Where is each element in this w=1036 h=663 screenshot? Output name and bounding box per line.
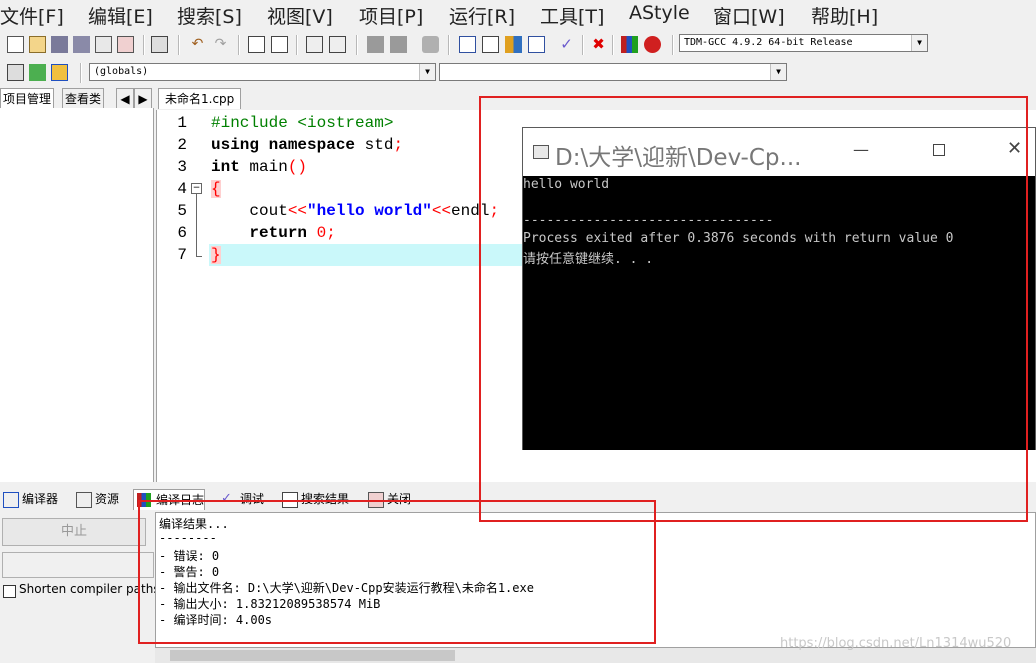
shorten-paths-checkbox[interactable]: [3, 585, 16, 598]
goto-icon[interactable]: [29, 64, 46, 81]
progress-bar: [2, 552, 154, 578]
line-number: 6: [177, 224, 187, 242]
class-icon[interactable]: [51, 64, 68, 81]
chevron-down-icon: ▼: [770, 64, 786, 80]
menu-astyle[interactable]: AStyle: [629, 2, 690, 24]
line-number: 3: [177, 158, 187, 176]
tab-classes[interactable]: 查看类: [62, 88, 105, 108]
print-icon[interactable]: [151, 36, 168, 53]
line-number: 1: [177, 114, 187, 132]
menu-bar: 文件[F] 编辑[E] 搜索[S] 视图[V] 项目[P] 运行[R] 工具[T…: [0, 0, 1036, 30]
window-icon[interactable]: [482, 36, 499, 53]
tab-compiler[interactable]: 编译器: [0, 489, 58, 509]
open-file-icon[interactable]: [29, 36, 46, 53]
back-icon[interactable]: [367, 36, 384, 53]
compile-icon[interactable]: [528, 36, 545, 53]
layout-icon[interactable]: [505, 36, 522, 53]
scope-select-value: (globals): [94, 66, 149, 77]
editor-tab[interactable]: 未命名1.cpp: [158, 88, 242, 109]
code-line: using namespace std;: [211, 136, 404, 154]
chevron-down-icon: ▼: [419, 64, 435, 80]
compiler-select-value: TDM-GCC 4.9.2 64-bit Release: [684, 37, 853, 48]
chart-icon[interactable]: [621, 36, 638, 53]
close-all-icon[interactable]: [117, 36, 134, 53]
menu-search[interactable]: 搜索[S]: [177, 2, 242, 29]
find-icon[interactable]: [248, 36, 265, 53]
replace-icon[interactable]: [271, 36, 288, 53]
abort-button[interactable]: 中止: [2, 518, 146, 546]
resource-icon: [76, 492, 92, 508]
fold-end: [196, 256, 202, 257]
code-line: return 0;: [249, 224, 336, 242]
line-number: 2: [177, 136, 187, 154]
toolbar-main: ↶ ↷ ✓ ✖ TDM-GCC 4.9.2 64-bit Release ▼: [0, 32, 1036, 58]
symbol-select[interactable]: ▼: [439, 63, 787, 81]
menu-file[interactable]: 文件[F]: [0, 2, 64, 29]
tab-project[interactable]: 项目管理: [0, 88, 55, 108]
profile-icon[interactable]: [644, 36, 661, 53]
code-line: cout<<"hello world"<<endl;: [211, 202, 500, 220]
menu-project[interactable]: 项目[P]: [359, 2, 423, 29]
code-line: #include <iostream>: [211, 114, 394, 132]
chevron-down-icon: ▼: [911, 35, 927, 51]
chevron-left-icon[interactable]: ◀: [116, 88, 134, 108]
menu-help[interactable]: 帮助[H]: [811, 2, 878, 29]
new-file-icon[interactable]: [7, 36, 24, 53]
code-line: int main(): [211, 158, 308, 176]
menu-view[interactable]: 视图[V]: [267, 2, 333, 29]
fold-collapse-icon[interactable]: −: [191, 183, 202, 194]
tab-resources-label: 资源: [95, 492, 120, 506]
scrollbar-thumb[interactable]: [170, 650, 455, 661]
code-line: {: [211, 180, 221, 198]
line-number: 5: [177, 202, 187, 220]
scope-select[interactable]: (globals) ▼: [89, 63, 436, 81]
line-number: 7: [177, 246, 187, 264]
project-tree[interactable]: [0, 108, 154, 482]
annotation-box-log: [138, 500, 656, 644]
code-line: }: [211, 246, 221, 264]
close-file-icon[interactable]: [95, 36, 112, 53]
undo-icon[interactable]: ↶: [189, 36, 206, 53]
save-all-icon[interactable]: [73, 36, 90, 53]
tab-resources[interactable]: 资源: [73, 489, 119, 509]
redo-icon[interactable]: ↷: [212, 36, 229, 53]
left-panel-tabs: 项目管理 查看类 ◀ ▶: [0, 86, 154, 108]
check-icon[interactable]: ✓: [558, 36, 575, 53]
grid-icon[interactable]: [459, 36, 476, 53]
fold-line: [196, 194, 197, 256]
watermark: https://blog.csdn.net/Ln1314wu520: [780, 636, 1012, 651]
menu-tools[interactable]: 工具[T]: [540, 2, 604, 29]
stop-icon[interactable]: ✖: [590, 36, 607, 53]
menu-window[interactable]: 窗口[W]: [713, 2, 785, 29]
forward-icon[interactable]: [390, 36, 407, 53]
compiler-controls: 中止 Shorten compiler paths: [0, 510, 160, 663]
grid-icon: [3, 492, 19, 508]
insert-icon[interactable]: [7, 64, 24, 81]
annotation-box-console: [479, 96, 1028, 522]
line-number: 4: [177, 180, 187, 198]
goto-line-icon[interactable]: [306, 36, 323, 53]
chevron-right-icon[interactable]: ▶: [134, 88, 152, 108]
save-icon[interactable]: [51, 36, 68, 53]
bookmark-icon[interactable]: [329, 36, 346, 53]
tab-compiler-label: 编译器: [22, 492, 59, 506]
toggle-icon[interactable]: [422, 36, 439, 53]
menu-run[interactable]: 运行[R]: [449, 2, 515, 29]
toolbar-class: (globals) ▼ ▼: [0, 60, 1036, 86]
compiler-select[interactable]: TDM-GCC 4.9.2 64-bit Release ▼: [679, 34, 928, 52]
menu-edit[interactable]: 编辑[E]: [88, 2, 153, 29]
